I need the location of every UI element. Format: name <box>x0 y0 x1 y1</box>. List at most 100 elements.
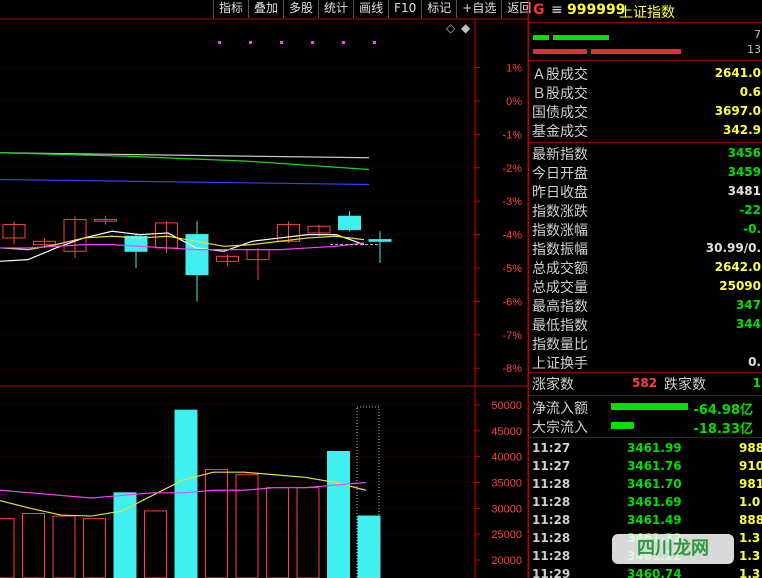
turnover-label: 国债成交 <box>532 105 588 121</box>
volume-axis-label: 35000 <box>491 478 522 490</box>
down-count-value: 1 <box>752 376 761 390</box>
turnover-value: 342.9 <box>723 123 761 137</box>
quote-value: 0. <box>748 355 761 369</box>
price-axis-label: -6% <box>502 296 522 308</box>
quote-label: 上证换手 <box>532 356 588 372</box>
volume-axis-label: 40000 <box>491 452 522 464</box>
price-axis-label: -5% <box>502 263 522 275</box>
volume-axis-label: 30000 <box>491 503 522 515</box>
tick-price: 3461.69 <box>627 495 682 509</box>
volume-axis-label: 50000 <box>491 400 522 412</box>
toolbar-button[interactable]: F10 <box>388 0 421 18</box>
tick-time: 11:28 <box>532 513 571 527</box>
tick-time: 11:28 <box>532 477 571 491</box>
quote-value: 344 <box>735 317 761 331</box>
quote-value: 3456 <box>727 146 761 160</box>
turnover-label: Ａ股成交 <box>532 67 588 83</box>
quote-value: 3459 <box>727 165 761 179</box>
flow-value: -18.33亿 <box>693 422 753 437</box>
marker-dot <box>342 41 345 44</box>
ma-line-blue <box>0 178 370 186</box>
tick-volume: 888 <box>739 513 762 527</box>
divider <box>529 60 762 61</box>
security-title-bar: G ≡ 999999 上证指数 <box>529 0 762 23</box>
turnover-label: Ｂ股成交 <box>532 86 588 102</box>
ratio-count-bottom: 13 <box>747 43 761 56</box>
tick-price: 3461.99 <box>627 441 682 455</box>
kline-chart-area[interactable]: 1% 0% -1% -2% -3% -4% -5% -6% -7% -8% 50000 45000 40… <box>0 0 528 578</box>
kline-chart[interactable]: 1% 0% -1% -2% -3% -4% -5% -6% -7% -8% 50000 45000 40… <box>0 0 528 578</box>
tick-volume: 1.0 <box>739 495 761 509</box>
divider <box>529 395 762 396</box>
turnover-label: 基金成交 <box>532 124 588 140</box>
diamond-icon: ◇ <box>446 21 456 35</box>
tick-price: 3461.49 <box>627 513 682 527</box>
toolbar-button[interactable]: 指标 <box>213 0 248 18</box>
tick-time: 11:28 <box>532 549 571 563</box>
tick-time: 11:29 <box>532 567 571 578</box>
group-flag[interactable]: G <box>533 2 545 18</box>
quote-label: 最低指数 <box>532 318 588 334</box>
quote-value: 3481 <box>727 184 761 198</box>
price-axis-label: 0% <box>506 96 522 108</box>
volume-bar <box>205 469 228 578</box>
volume-bar <box>266 487 289 578</box>
tick-volume: 1.3 <box>739 549 761 563</box>
volume-bar <box>357 515 381 578</box>
quote-value: 2642.0 <box>714 260 761 274</box>
quote-label: 最新指数 <box>532 147 588 163</box>
marker-dot <box>280 41 283 44</box>
marker-dot <box>373 41 376 44</box>
up-count-label: 涨家数 <box>532 377 574 393</box>
turnover-value: 2641.0 <box>714 66 761 80</box>
tick-price: 3461.70 <box>627 477 682 491</box>
toolbar-button[interactable]: 画线 <box>353 0 388 18</box>
price-axis-label: -4% <box>502 230 522 242</box>
toolbar-button[interactable]: 多股 <box>283 0 318 18</box>
volume-axis-label: 25000 <box>491 529 522 541</box>
divider <box>529 372 762 373</box>
price-axis-label: -3% <box>502 196 522 208</box>
flow-value: -64.98亿 <box>693 403 753 418</box>
quote-panel: G ≡ 999999 上证指数 7 13 Ａ股成交 2641.0 Ｂ股成交 0.6 国债… <box>528 0 762 578</box>
tick-volume: 1.3 <box>739 531 761 545</box>
tick-volume: 1.3 <box>739 567 761 578</box>
watermark-logo: 四川龙网 <box>612 534 734 564</box>
toolbar-button[interactable]: 标记 <box>421 0 456 18</box>
marker-dot <box>311 41 314 44</box>
ratio-bar-green-2 <box>553 35 609 40</box>
turnover-value: 0.6 <box>739 85 761 99</box>
quote-value: -22 <box>739 203 761 217</box>
price-axis-label: -7% <box>502 330 522 342</box>
toolbar-button[interactable]: 叠加 <box>248 0 283 18</box>
quote-label: 指数量比 <box>532 337 588 353</box>
down-count-label: 跌家数 <box>664 377 706 393</box>
turnover-value: 3697.0 <box>714 104 761 118</box>
volume-bar <box>52 515 76 578</box>
toolbar-button[interactable]: +自选 <box>456 0 501 18</box>
quote-value: 347 <box>735 298 761 312</box>
volume-bar <box>83 518 106 578</box>
quote-label: 总成交额 <box>532 261 588 277</box>
tick-time: 11:28 <box>532 495 571 509</box>
quote-label: 指数振幅 <box>532 242 588 258</box>
ratio-bar-red-1 <box>533 49 587 54</box>
chart-toolbar: 指标 叠加 多股 统计 画线 F10 标记 +自选 返回 <box>213 0 536 18</box>
tick-volume: 981 <box>739 477 762 491</box>
menu-icon[interactable]: ≡ <box>551 2 563 18</box>
tick-volume: 910 <box>739 459 762 473</box>
volume-bar <box>144 510 167 578</box>
divider <box>529 142 762 143</box>
toolbar-button[interactable]: 统计 <box>318 0 353 18</box>
quote-label: 最高指数 <box>532 299 588 315</box>
tick-price: 3461.76 <box>627 459 682 473</box>
flow-bar <box>611 422 634 429</box>
ma-line-gray <box>0 152 370 159</box>
quote-label: 昨日收盘 <box>532 185 588 201</box>
quote-label: 今日开盘 <box>532 166 588 182</box>
price-axis-label: -1% <box>502 129 522 141</box>
quote-label: 指数涨幅 <box>532 223 588 239</box>
diamond-filled-icon: ◆ <box>461 21 471 35</box>
price-axis-label: -8% <box>502 363 522 375</box>
volume-bar <box>0 518 15 578</box>
